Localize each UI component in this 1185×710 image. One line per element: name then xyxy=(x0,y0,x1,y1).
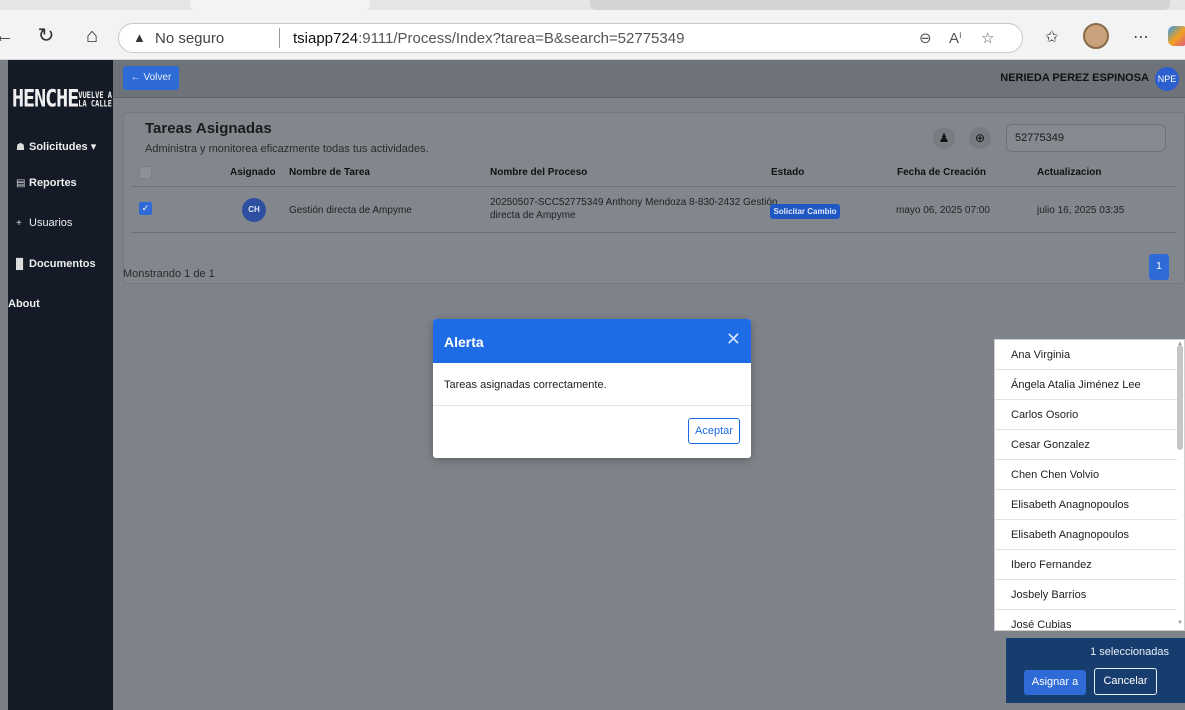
avatar: CH xyxy=(242,198,266,222)
home-icon[interactable]: ⌂ xyxy=(80,24,104,48)
row-checkbox[interactable]: ✓ xyxy=(139,202,152,215)
document-icon: █ xyxy=(16,259,24,270)
sidebar-item-about[interactable]: About xyxy=(8,298,40,310)
warning-icon: ▲ xyxy=(133,30,146,45)
divider xyxy=(131,232,1177,233)
page-button[interactable]: 1 xyxy=(1149,254,1169,280)
process-name-line2: directa de Ampyme xyxy=(490,210,576,221)
select-all-checkbox[interactable] xyxy=(139,166,152,179)
column-header: Nombre del Proceso xyxy=(490,167,588,178)
sidebar-item-label: About xyxy=(8,298,40,310)
search-input[interactable] xyxy=(1006,124,1166,152)
created-date: mayo 06, 2025 07:00 xyxy=(896,205,990,216)
assignee-list[interactable]: Ana Virginia Ángela Atalia Jiménez Lee C… xyxy=(994,339,1185,631)
sidebar-item-label: Solicitudes ▾ xyxy=(29,141,97,153)
url-path: :9111/Process/Index?tarea=B&search=52775… xyxy=(358,30,685,47)
divider xyxy=(279,28,280,48)
sidebar-item-label: Reportes xyxy=(29,177,77,189)
list-item[interactable]: Ana Virginia xyxy=(995,340,1177,370)
url-text[interactable]: tsiapp724:9111/Process/Index?tarea=B&sea… xyxy=(293,30,684,47)
list-item[interactable]: Josbely Barrios xyxy=(995,580,1177,610)
close-icon[interactable]: ✕ xyxy=(726,329,741,350)
refresh-icon[interactable]: ↻ xyxy=(34,24,58,48)
list-item[interactable]: Cesar Gonzalez xyxy=(995,430,1177,460)
list-item[interactable]: Ángela Atalia Jiménez Lee xyxy=(995,370,1177,400)
browser-tab[interactable] xyxy=(190,0,370,10)
list-item[interactable]: Elisabeth Anagnopoulos xyxy=(995,520,1177,550)
page-subtitle: Administra y monitorea eficazmente todas… xyxy=(145,143,429,155)
logo: HENCHEVUELVE A LA CALLE xyxy=(12,84,112,113)
list-item[interactable]: José Cubias xyxy=(995,610,1177,630)
list-item[interactable]: Chen Chen Volvio xyxy=(995,460,1177,490)
page-title: Tareas Asignadas xyxy=(145,120,272,137)
dialog-message: Tareas asignadas correctamente. xyxy=(444,379,607,391)
alert-dialog: Alerta ✕ Tareas asignadas correctamente.… xyxy=(433,319,751,458)
status-badge: Solicitar Cambio xyxy=(770,204,840,219)
list-item[interactable]: Ibero Fernandez xyxy=(995,550,1177,580)
column-header: Actualizacion xyxy=(1037,167,1102,178)
column-header: Fecha de Creación xyxy=(897,167,986,178)
divider xyxy=(131,186,1177,187)
url-host: tsiapp724 xyxy=(293,30,359,47)
address-bar[interactable]: ▲ No seguro tsiapp724:9111/Process/Index… xyxy=(118,23,1023,53)
scroll-down-icon[interactable]: ▼ xyxy=(1177,620,1183,626)
tab-strip xyxy=(0,0,1185,10)
column-header: Asignado xyxy=(230,167,276,178)
pagination-info: Monstrando 1 de 1 xyxy=(123,268,215,280)
chart-icon: ▤ xyxy=(16,178,26,189)
more-icon[interactable]: ⋯ xyxy=(1133,27,1149,47)
logo-small-bottom: LA CALLE xyxy=(78,98,112,109)
process-name-line1: 20250507-SCC52775349 Anthony Mendoza 8-8… xyxy=(490,197,778,208)
selection-count: 1 seleccionadas xyxy=(1090,646,1169,658)
column-header: Estado xyxy=(771,167,805,178)
sidebar-item-solicitudes[interactable]: ☗ Solicitudes ▾ xyxy=(16,140,96,153)
logo-main: HENCHE xyxy=(12,83,79,113)
browser-tab[interactable] xyxy=(590,0,1170,10)
dialog-header: Alerta ✕ xyxy=(433,319,751,363)
home-icon: ☗ xyxy=(16,142,25,153)
updated-date: julio 16, 2025 03:35 xyxy=(1037,205,1125,216)
list-item[interactable]: Carlos Osorio xyxy=(995,400,1177,430)
security-label: No seguro xyxy=(155,30,225,47)
zoom-icon[interactable]: ⊖ xyxy=(919,29,932,47)
list-item[interactable]: Elisabeth Anagnopoulos xyxy=(995,490,1177,520)
sidebar-item-usuarios[interactable]: + Usuarios xyxy=(16,217,72,229)
cancel-button[interactable]: Cancelar xyxy=(1094,668,1157,695)
assign-button[interactable]: Asignar a xyxy=(1024,670,1086,695)
avatar[interactable]: NPE xyxy=(1155,67,1179,91)
sidebar: HENCHEVUELVE A LA CALLE ☗ Solicitudes ▾ ▤ R… xyxy=(8,60,113,710)
favorite-star-icon[interactable]: ☆ xyxy=(981,29,994,47)
favorites-icon[interactable]: ✩ xyxy=(1045,27,1058,47)
accept-button[interactable]: Aceptar xyxy=(688,418,740,444)
copilot-icon[interactable] xyxy=(1168,26,1185,46)
sidebar-item-label: Documentos xyxy=(29,258,96,270)
scrollbar[interactable] xyxy=(1177,345,1183,450)
user-name: NERIEDA PEREZ ESPINOSA xyxy=(1000,72,1149,84)
add-circle-icon[interactable]: ⊕ xyxy=(969,127,991,149)
back-button[interactable]: ← Volver xyxy=(123,66,179,90)
sidebar-item-label: Usuarios xyxy=(29,217,73,229)
back-icon[interactable]: ← xyxy=(0,24,16,48)
sidebar-item-reportes[interactable]: ▤ Reportes xyxy=(16,177,77,189)
user-filter-icon[interactable]: ♟ xyxy=(933,127,955,149)
plus-icon: + xyxy=(16,218,22,229)
column-header: Nombre de Tarea xyxy=(289,167,370,178)
divider xyxy=(433,405,751,406)
profile-avatar-icon[interactable] xyxy=(1083,23,1109,49)
sidebar-item-documentos[interactable]: █ Documentos xyxy=(16,258,96,270)
read-aloud-icon[interactable]: Aⁱ xyxy=(949,29,962,47)
dialog-title: Alerta xyxy=(444,334,484,350)
task-name: Gestión directa de Ampyme xyxy=(289,205,412,216)
